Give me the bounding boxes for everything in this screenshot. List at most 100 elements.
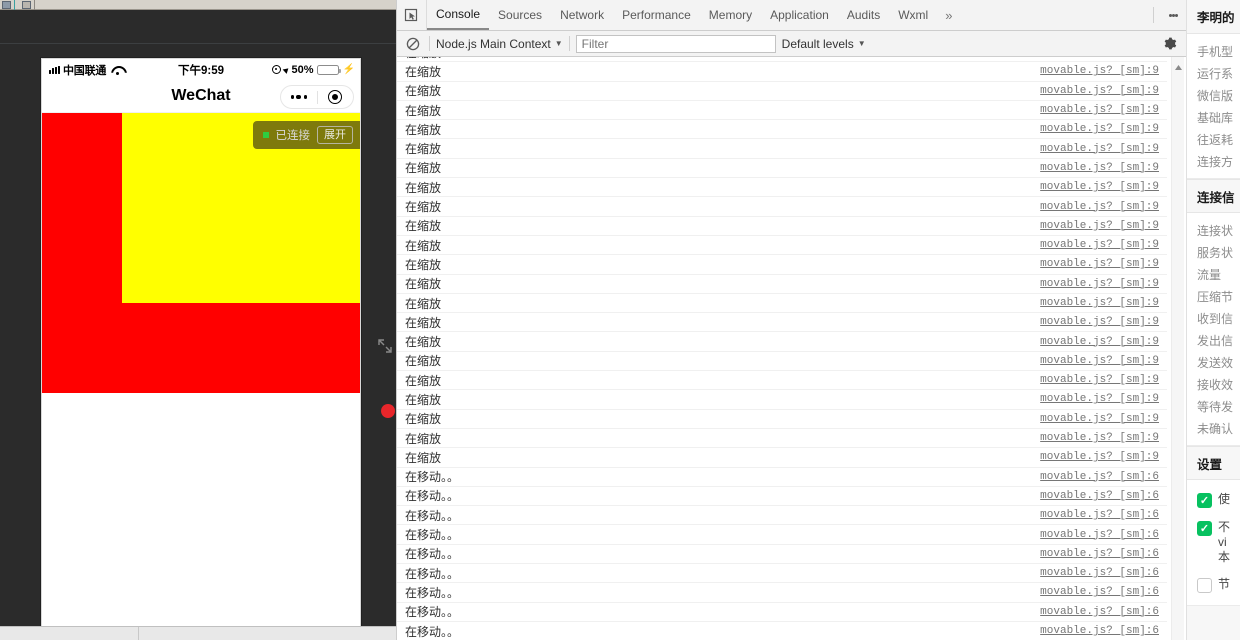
console-log-row[interactable]: 在缩放 movable.js? [sm]:9 xyxy=(397,313,1167,333)
expand-button[interactable]: 展开 xyxy=(317,125,353,145)
console-log-row[interactable]: 在缩放 movable.js? [sm]:9 xyxy=(397,294,1167,314)
console-log-source-link[interactable]: movable.js? [sm]:9 xyxy=(1040,123,1159,135)
console-log-source-link[interactable]: movable.js? [sm]:9 xyxy=(1040,355,1159,367)
console-log-row[interactable]: 在缩放 movable.js? [sm]:9 xyxy=(397,448,1167,468)
console-log-source-link[interactable]: movable.js? [sm]:9 xyxy=(1040,239,1159,251)
filter-input[interactable] xyxy=(575,34,776,53)
tab-network[interactable]: Network xyxy=(551,0,613,30)
console-log-row[interactable]: 在缩放 movable.js? [sm]:9 xyxy=(397,217,1167,236)
console-log-row[interactable]: 在缩放 movable.js? [sm]:9 xyxy=(397,275,1167,294)
console-log-source-link[interactable]: movable.js? [sm]:6 xyxy=(1040,606,1159,618)
console-log-source-link[interactable]: movable.js? [sm]:6 xyxy=(1040,548,1159,560)
tab-performance[interactable]: Performance xyxy=(613,0,700,30)
console-log-row[interactable]: 在缩放 movable.js? [sm]:9 xyxy=(397,371,1167,391)
log-levels-selector[interactable]: Default levels ▼ xyxy=(782,37,866,51)
console-log-source-link[interactable]: movable.js? [sm]:9 xyxy=(1040,336,1159,348)
console-log-source-link[interactable]: movable.js? [sm]:9 xyxy=(1040,65,1159,77)
ide-toolbar-icon-1[interactable] xyxy=(2,1,11,9)
console-log-row[interactable]: 在缩放 movable.js? [sm]:9 xyxy=(397,390,1167,410)
filterbar-divider-2 xyxy=(568,36,570,51)
console-log-row[interactable]: 在缩放 movable.js? [sm]:9 xyxy=(397,197,1167,217)
checkbox-unchecked-icon[interactable] xyxy=(1197,578,1212,593)
console-output-area[interactable]: 在缩放 movable.js? [sm]:9 在缩放 movable.js? [sm]… xyxy=(397,57,1187,640)
more-vertical-icon[interactable] xyxy=(1160,13,1186,18)
console-log-row[interactable]: 在缩放 movable.js? [sm]:9 xyxy=(397,236,1167,256)
setting-checkbox-row[interactable]: ✓ 使 xyxy=(1187,486,1240,514)
tab-wxml[interactable]: Wxml xyxy=(889,0,937,30)
console-log-source-link[interactable]: movable.js? [sm]:9 xyxy=(1040,316,1159,328)
console-log-source-link[interactable]: movable.js? [sm]:6 xyxy=(1040,529,1159,541)
console-log-row[interactable]: 在移动。。 movable.js? [sm]:6 xyxy=(397,487,1167,507)
console-log-source-link[interactable]: movable.js? [sm]:9 xyxy=(1040,297,1159,309)
setting-checkbox-row[interactable]: ✓ 不 vi 本 xyxy=(1187,514,1240,571)
console-log-row[interactable]: 在缩放 movable.js? [sm]:9 xyxy=(397,82,1167,101)
context-selector[interactable]: Node.js Main Context ▼ xyxy=(436,37,563,51)
console-log-row[interactable]: 在移动。。 movable.js? [sm]:6 xyxy=(397,525,1167,545)
tab-memory[interactable]: Memory xyxy=(700,0,761,30)
console-log-row[interactable]: 在缩放 movable.js? [sm]:9 xyxy=(397,352,1167,372)
console-log-source-link[interactable]: movable.js? [sm]:6 xyxy=(1040,625,1159,637)
red-record-dot[interactable] xyxy=(381,404,395,418)
console-log-row[interactable]: 在缩放 movable.js? [sm]:9 xyxy=(397,62,1167,82)
console-log-row[interactable]: 在移动。。 movable.js? [sm]:6 xyxy=(397,622,1167,640)
console-log-row[interactable]: 在缩放 movable.js? [sm]:9 xyxy=(397,139,1167,159)
console-log-source-link[interactable]: movable.js? [sm]:9 xyxy=(1040,413,1159,425)
console-log-source-link[interactable]: movable.js? [sm]:9 xyxy=(1040,201,1159,213)
console-log-row[interactable]: 在移动。。 movable.js? [sm]:6 xyxy=(397,583,1167,603)
connection-status-text: 已连接 xyxy=(275,130,311,142)
console-log-row[interactable]: 在缩放 movable.js? [sm]:9 xyxy=(397,101,1167,121)
console-scrollbar[interactable] xyxy=(1171,57,1184,640)
checkbox-checked-icon[interactable]: ✓ xyxy=(1197,493,1212,508)
console-log-source-link[interactable]: movable.js? [sm]:6 xyxy=(1040,567,1159,579)
console-log-row[interactable]: 在缩放 movable.js? [sm]:9 xyxy=(397,410,1167,429)
tab-overflow-button[interactable]: » xyxy=(937,0,960,30)
checkbox-checked-icon[interactable]: ✓ xyxy=(1197,521,1212,536)
console-log-source-link[interactable]: movable.js? [sm]:9 xyxy=(1040,278,1159,290)
clear-console-icon[interactable] xyxy=(403,37,423,51)
console-log-row[interactable]: 在移动。。 movable.js? [sm]:6 xyxy=(397,545,1167,565)
console-log-row[interactable]: 在缩放 movable.js? [sm]:9 xyxy=(397,255,1167,275)
console-log-source-link[interactable]: movable.js? [sm]:6 xyxy=(1040,471,1159,483)
console-log-source-link[interactable]: movable.js? [sm]:9 xyxy=(1040,374,1159,386)
console-log-source-link[interactable]: movable.js? [sm]:9 xyxy=(1040,162,1159,174)
connection-status-badge: 已连接 展开 xyxy=(252,121,360,149)
resize-expand-icon[interactable] xyxy=(376,337,394,355)
scroll-up-icon[interactable] xyxy=(1174,59,1183,70)
tab-application[interactable]: Application xyxy=(761,0,838,30)
setting-checkbox-row[interactable]: 节 xyxy=(1187,571,1240,599)
console-log-row[interactable]: 在缩放 movable.js? [sm]:9 xyxy=(397,332,1167,352)
console-log-source-link[interactable]: movable.js? [sm]:9 xyxy=(1040,432,1159,444)
tab-audits[interactable]: Audits xyxy=(838,0,889,30)
info-row: 运行系 xyxy=(1197,66,1234,81)
console-log-source-link[interactable]: movable.js? [sm]:6 xyxy=(1040,490,1159,502)
console-log-row[interactable]: 在缩放 movable.js? [sm]:9 xyxy=(397,429,1167,449)
ide-toolbar-icon-2[interactable] xyxy=(22,1,31,9)
console-log-source-link[interactable]: movable.js? [sm]:9 xyxy=(1040,104,1159,116)
gear-icon[interactable] xyxy=(1158,36,1180,51)
console-log-source-link[interactable]: movable.js? [sm]:9 xyxy=(1040,220,1159,232)
console-log-row[interactable]: 在移动。。 movable.js? [sm]:6 xyxy=(397,603,1167,622)
target-circle-icon[interactable] xyxy=(318,90,354,104)
info-row: 流量 xyxy=(1197,267,1222,282)
console-log-source-link[interactable]: movable.js? [sm]:9 xyxy=(1040,85,1159,97)
tab-sources[interactable]: Sources xyxy=(489,0,551,30)
console-log-row[interactable]: 在移动。。 movable.js? [sm]:6 xyxy=(397,468,1167,487)
console-log-source-link[interactable]: movable.js? [sm]:9 xyxy=(1040,393,1159,405)
movable-area-red[interactable]: 已连接 展开 xyxy=(42,113,360,393)
console-log-row[interactable]: 在移动。。 movable.js? [sm]:6 xyxy=(397,564,1167,584)
console-log-source-link[interactable]: movable.js? [sm]:9 xyxy=(1040,258,1159,270)
console-log-row[interactable]: 在缩放 movable.js? [sm]:9 xyxy=(397,159,1167,179)
inspect-element-icon[interactable] xyxy=(397,0,427,30)
console-log-source-link[interactable]: movable.js? [sm]:9 xyxy=(1040,451,1159,463)
console-log-source-link[interactable]: movable.js? [sm]:6 xyxy=(1040,586,1159,598)
console-log-source-link[interactable]: movable.js? [sm]:6 xyxy=(1040,509,1159,521)
wechat-capsule-button[interactable] xyxy=(280,85,354,109)
console-log-source-link[interactable]: movable.js? [sm]:9 xyxy=(1040,57,1159,58)
console-log-source-link[interactable]: movable.js? [sm]:9 xyxy=(1040,143,1159,155)
console-log-source-link[interactable]: movable.js? [sm]:9 xyxy=(1040,181,1159,193)
more-dots-icon[interactable] xyxy=(281,94,317,100)
tab-console[interactable]: Console xyxy=(427,0,490,30)
console-log-row[interactable]: 在缩放 movable.js? [sm]:9 xyxy=(397,178,1167,198)
console-log-row[interactable]: 在移动。。 movable.js? [sm]:6 xyxy=(397,506,1167,526)
console-log-row[interactable]: 在缩放 movable.js? [sm]:9 xyxy=(397,120,1167,140)
